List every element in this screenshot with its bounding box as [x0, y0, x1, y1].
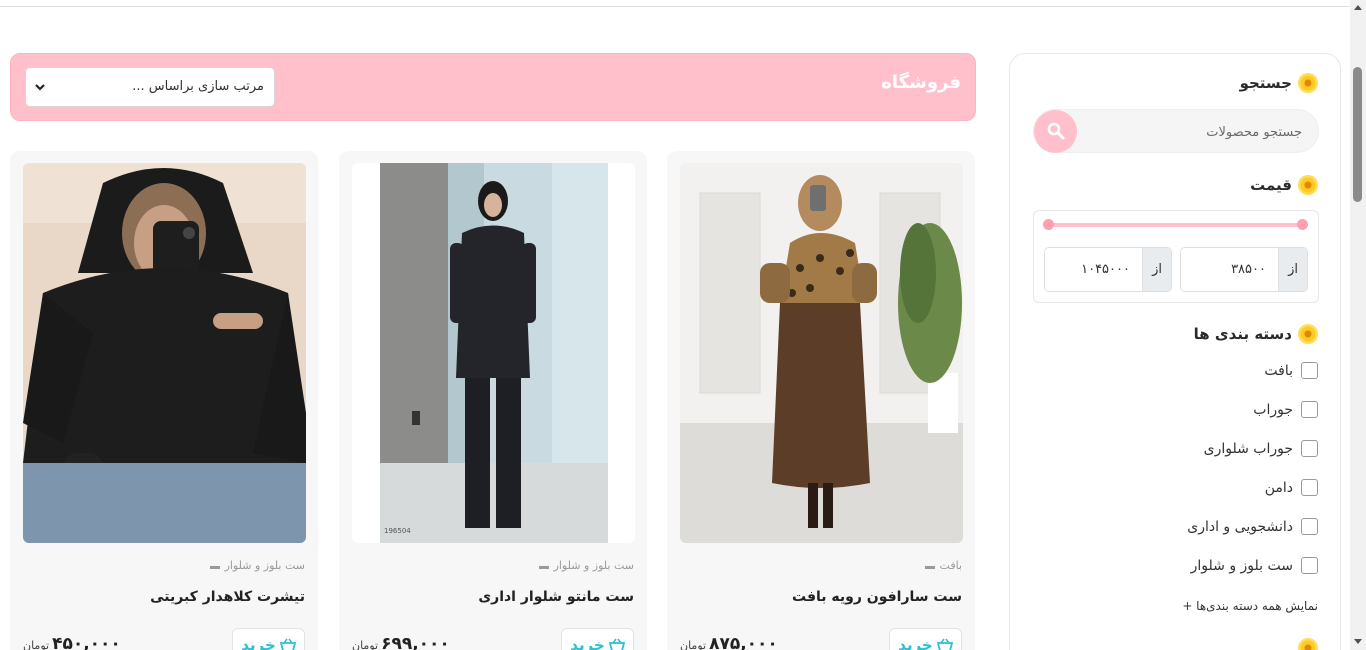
sunflower-icon — [1298, 638, 1318, 650]
category-item[interactable]: ست بلوز و شلوار — [1191, 557, 1318, 574]
basket-icon — [936, 638, 953, 650]
product-image[interactable] — [352, 163, 635, 543]
dash-icon — [209, 565, 220, 569]
product-card[interactable]: ست بلوز و شلوار ست مانتو شلوار اداری خری… — [339, 151, 647, 650]
buy-button[interactable]: خرید — [561, 628, 634, 650]
product-category-label[interactable]: ست بلوز و شلوار — [554, 559, 634, 572]
price-slider-min-handle[interactable] — [1043, 219, 1054, 230]
price-min-input[interactable] — [1181, 248, 1278, 291]
category-checkbox[interactable] — [1301, 518, 1318, 535]
price-min-field: از — [1180, 247, 1308, 292]
search-button[interactable] — [1034, 110, 1077, 153]
price-max-input[interactable] — [1045, 248, 1142, 291]
category-item[interactable]: بافت — [1264, 362, 1318, 379]
price-title-label: قیمت — [1250, 176, 1292, 194]
category-item[interactable]: دامن — [1265, 479, 1318, 496]
sort-select[interactable]: مرتب سازی براساس ... — [25, 67, 275, 107]
product-category-label[interactable]: بافت — [940, 559, 962, 572]
product-category[interactable]: ست بلوز و شلوار — [209, 559, 305, 572]
category-label[interactable]: جوراب — [1253, 402, 1293, 418]
price-max-field: از — [1044, 247, 1172, 292]
category-checkbox[interactable] — [1301, 557, 1318, 574]
category-item[interactable]: دانشجویی و اداری — [1187, 518, 1318, 535]
product-image[interactable] — [23, 163, 306, 543]
basket-icon — [279, 638, 296, 650]
product-category[interactable]: ست بلوز و شلوار — [538, 559, 634, 572]
vertical-scrollbar[interactable] — [1350, 0, 1366, 650]
basket-icon — [608, 638, 625, 650]
search-icon — [1047, 122, 1065, 140]
buy-button-label: خرید — [898, 636, 933, 650]
buy-button[interactable]: خرید — [232, 628, 305, 650]
image-watermark: 196504 — [384, 527, 411, 535]
price-filter: از از — [1033, 210, 1319, 303]
category-checkbox[interactable] — [1301, 362, 1318, 379]
product-category[interactable]: بافت — [924, 559, 962, 572]
price-value: ۸۷۵,۰۰۰ — [709, 634, 778, 650]
product-price: ۶۹۹,۰۰۰ تومان — [352, 634, 450, 650]
scroll-up-arrow-icon[interactable] — [1354, 5, 1362, 10]
show-all-categories-link[interactable]: نمایش همه دسته بندی‌ها + — [1182, 599, 1318, 613]
price-value: ۶۹۹,۰۰۰ — [381, 634, 450, 650]
price-min-prefix: از — [1278, 248, 1307, 291]
product-price: ۸۷۵,۰۰۰ تومان — [680, 634, 778, 650]
product-card[interactable]: ست بلوز و شلوار تیشرت کلاهدار کبریتی خری… — [10, 151, 318, 650]
price-max-prefix: از — [1142, 248, 1171, 291]
dash-icon — [924, 565, 935, 569]
price-section-title: قیمت — [1250, 175, 1318, 195]
category-item[interactable]: جوراب — [1253, 401, 1318, 418]
search-title-label: جستجو — [1239, 74, 1292, 92]
category-label[interactable]: بافت — [1264, 363, 1293, 379]
buy-button-label: خرید — [570, 636, 605, 650]
scrollbar-thumb[interactable] — [1353, 67, 1362, 202]
filter-sidebar: جستجو قیمت از از دسته بندی ها بافت جوراب — [1009, 53, 1341, 650]
top-divider — [0, 6, 1350, 7]
category-label[interactable]: ست بلوز و شلوار — [1191, 558, 1293, 574]
product-category-label[interactable]: ست بلوز و شلوار — [225, 559, 305, 572]
product-card[interactable]: بافت ست سارافون رویه بافت خرید ۸۷۵,۰۰۰ ت… — [667, 151, 975, 650]
price-slider-track[interactable] — [1046, 223, 1304, 227]
sunflower-icon — [1298, 73, 1318, 93]
sunflower-icon — [1298, 324, 1318, 344]
category-label[interactable]: جوراب شلواری — [1204, 441, 1293, 457]
chevron-down-icon — [35, 84, 45, 91]
price-value: ۴۵۰,۰۰۰ — [52, 634, 121, 650]
price-currency: تومان — [23, 639, 50, 650]
shop-header-banner: فروشگاه مرتب سازی براساس ... — [10, 53, 976, 121]
category-label[interactable]: دامن — [1265, 480, 1293, 496]
category-checkbox[interactable] — [1301, 401, 1318, 418]
price-slider-max-handle[interactable] — [1297, 219, 1308, 230]
page-title: فروشگاه — [881, 72, 961, 93]
categories-section-title: دسته بندی ها — [1194, 324, 1318, 344]
search-section-title: جستجو — [1240, 73, 1318, 93]
product-title[interactable]: ست مانتو شلوار اداری — [478, 589, 634, 605]
dash-icon — [538, 565, 549, 569]
category-item[interactable]: جوراب شلواری — [1204, 440, 1318, 457]
scroll-down-arrow-icon[interactable] — [1354, 639, 1362, 644]
product-image[interactable] — [680, 163, 963, 543]
category-label[interactable]: دانشجویی و اداری — [1187, 519, 1293, 535]
next-section-title — [1298, 638, 1318, 650]
price-currency: تومان — [352, 639, 379, 650]
product-title[interactable]: ست سارافون رویه بافت — [792, 589, 962, 605]
product-price: ۴۵۰,۰۰۰ تومان — [23, 634, 121, 650]
price-currency: تومان — [680, 639, 707, 650]
buy-button-label: خرید — [241, 636, 276, 650]
product-title[interactable]: تیشرت کلاهدار کبریتی — [150, 589, 305, 605]
search-box — [1033, 109, 1319, 153]
category-checkbox[interactable] — [1301, 440, 1318, 457]
buy-button[interactable]: خرید — [889, 628, 962, 650]
categories-title-label: دسته بندی ها — [1193, 325, 1292, 343]
category-checkbox[interactable] — [1301, 479, 1318, 496]
search-input[interactable] — [1102, 120, 1302, 144]
sort-select-label: مرتب سازی براساس ... — [132, 79, 264, 94]
sunflower-icon — [1298, 175, 1318, 195]
